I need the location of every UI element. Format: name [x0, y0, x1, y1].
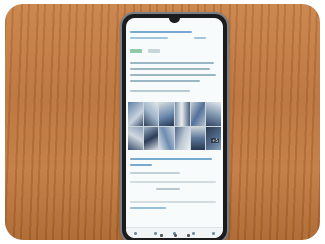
load-more-line [156, 188, 180, 190]
post-title-line [130, 31, 192, 33]
photo-thumbnail[interactable] [159, 102, 174, 126]
next-post-title-line [130, 158, 212, 160]
photo-thumbnail[interactable] [143, 126, 159, 150]
divider [130, 181, 216, 183]
body-text-line [130, 80, 200, 82]
phone-screen: +5 [126, 18, 223, 238]
photo-thumbnail[interactable] [143, 102, 159, 126]
body-text-line [130, 62, 214, 64]
body-text-line [130, 68, 210, 70]
photo-grid[interactable] [128, 102, 221, 150]
photo-thumbnail[interactable] [190, 126, 206, 150]
nav-search-icon[interactable] [153, 231, 157, 235]
photo-thumbnail[interactable] [206, 102, 221, 126]
system-navigation [160, 234, 190, 237]
status-bar [131, 19, 218, 25]
photo-thumbnail[interactable] [175, 126, 190, 150]
wooden-table-background: +5 [5, 4, 320, 240]
photo-thumbnail[interactable] [190, 102, 206, 126]
back-icon[interactable] [160, 234, 163, 237]
recents-icon[interactable] [187, 234, 190, 237]
nav-profile-icon[interactable] [211, 231, 215, 235]
footer-link-line [130, 207, 166, 209]
photo-thumbnail[interactable] [128, 102, 143, 126]
divider [130, 201, 216, 203]
nav-notifications-icon[interactable] [192, 231, 196, 235]
tab-bar [130, 48, 219, 54]
post-subtitle-line [130, 37, 168, 39]
photo-thumbnail[interactable] [159, 126, 174, 150]
tab-inactive[interactable] [148, 49, 160, 53]
body-text-line [130, 74, 216, 76]
body-text-line [130, 90, 190, 92]
nav-home-icon[interactable] [134, 231, 138, 235]
next-post-meta-line [130, 172, 180, 174]
post-meta-line [194, 37, 206, 39]
smartphone: +5 [122, 14, 227, 240]
home-icon[interactable] [173, 234, 177, 237]
more-photos-badge: +5 [211, 138, 219, 143]
tab-active[interactable] [130, 49, 142, 53]
next-post-title-line [130, 164, 152, 166]
photo-thumbnail[interactable] [175, 102, 190, 126]
photo-thumbnail[interactable] [128, 126, 143, 150]
